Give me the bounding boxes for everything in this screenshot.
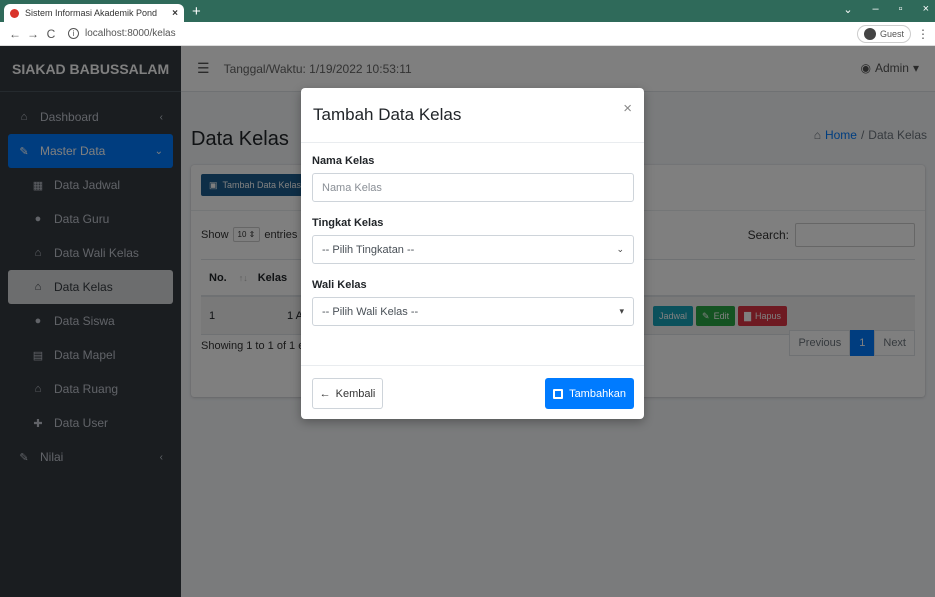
window-controls: ⌄ – ▫ × xyxy=(843,3,929,16)
add-kelas-modal: Tambah Data Kelas × Nama Kelas Nama Kela… xyxy=(301,88,644,419)
browser-tab-bar: Sistem Informasi Akademik Pond × + ⌄ – ▫… xyxy=(0,0,935,22)
save-button[interactable]: Tambahkan xyxy=(545,378,634,409)
address-bar: ← → C i localhost:8000/kelas Guest ⋮ xyxy=(0,22,935,46)
avatar-icon xyxy=(863,28,876,40)
maximize-icon[interactable]: ▫ xyxy=(899,3,903,16)
guest-label: Guest xyxy=(879,29,904,39)
modal-title: Tambah Data Kelas xyxy=(313,105,462,124)
url-text: localhost:8000/kelas xyxy=(85,28,176,39)
nama-kelas-label: Nama Kelas xyxy=(312,155,375,167)
reload-icon[interactable]: C xyxy=(42,27,60,41)
url-field[interactable]: i localhost:8000/kelas xyxy=(68,28,176,39)
close-window-icon[interactable]: × xyxy=(923,3,929,16)
save-icon xyxy=(553,388,564,399)
tingkat-kelas-value: -- Pilih Tingkatan -- xyxy=(322,243,415,256)
arrow-left-icon: ← xyxy=(319,387,331,400)
back-arrow-icon[interactable]: ← xyxy=(6,27,24,41)
browser-tab[interactable]: Sistem Informasi Akademik Pond × xyxy=(4,4,184,22)
wali-kelas-label: Wali Kelas xyxy=(312,279,367,291)
close-icon[interactable]: × xyxy=(623,100,632,117)
caret-down-icon: ▾ xyxy=(619,306,624,316)
new-tab-button[interactable]: + xyxy=(192,3,201,20)
menu-kebab-icon[interactable]: ⋮ xyxy=(917,27,929,41)
forward-arrow-icon[interactable]: → xyxy=(24,27,42,41)
save-label: Tambahkan xyxy=(569,387,626,400)
nama-kelas-placeholder: Nama Kelas xyxy=(322,181,382,194)
nama-kelas-input[interactable]: Nama Kelas xyxy=(312,173,634,202)
back-label: Kembali xyxy=(335,387,376,400)
modal-header: Tambah Data Kelas × xyxy=(301,88,644,143)
modal-footer: ← Kembali Tambahkan xyxy=(301,365,644,419)
wali-kelas-value: -- Pilih Wali Kelas -- xyxy=(322,305,419,318)
favicon-icon xyxy=(10,8,19,18)
tab-search-icon[interactable]: ⌄ xyxy=(843,3,852,16)
chevron-down-icon: ⌄ xyxy=(616,244,624,254)
back-button[interactable]: ← Kembali xyxy=(312,378,383,409)
tingkat-kelas-label: Tingkat Kelas xyxy=(312,217,384,229)
modal-body: Nama Kelas Nama Kelas Tingkat Kelas -- P… xyxy=(301,143,644,326)
tab-title: Sistem Informasi Akademik Pond xyxy=(25,8,158,18)
info-icon[interactable]: i xyxy=(68,28,79,39)
wali-kelas-select[interactable]: -- Pilih Wali Kelas -- ▾ xyxy=(312,297,634,326)
guest-profile-button[interactable]: Guest xyxy=(856,25,911,43)
tingkat-kelas-select[interactable]: -- Pilih Tingkatan -- ⌄ xyxy=(312,235,634,264)
tab-close-icon[interactable]: × xyxy=(172,8,178,19)
minimize-icon[interactable]: – xyxy=(873,3,879,16)
